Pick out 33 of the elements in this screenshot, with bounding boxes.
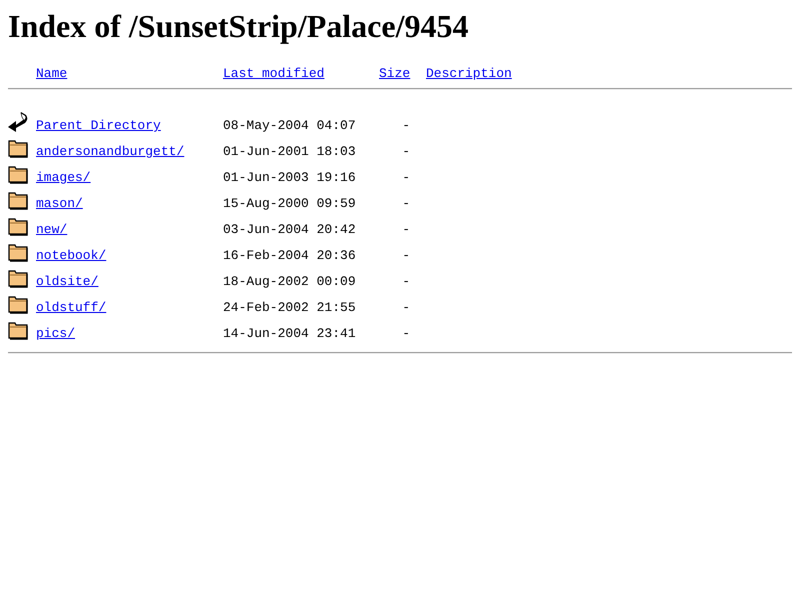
modified-date: 03-Jun-2004 20:42 <box>223 222 357 237</box>
modified-date: 14-Jun-2004 23:41 <box>223 326 357 341</box>
file-size: - <box>401 274 410 289</box>
modified-date: 16-Feb-2004 20:36 <box>223 248 357 263</box>
directory-link[interactable]: notebook/ <box>36 248 106 263</box>
directory-link[interactable]: oldsite/ <box>36 274 98 289</box>
size-column-link[interactable]: Size <box>379 66 410 81</box>
directory-link[interactable]: Parent Directory <box>36 118 161 133</box>
directory-link[interactable]: images/ <box>36 170 91 185</box>
page-title: Index of /SunsetStrip/Palace/9454 <box>8 8 470 45</box>
modified-date: 01-Jun-2001 18:03 <box>223 144 357 159</box>
file-size: - <box>401 118 410 133</box>
file-size: - <box>401 300 410 315</box>
back-arrow-icon <box>8 111 28 133</box>
modified-date: 24-Feb-2002 21:55 <box>223 300 357 315</box>
description-column-link[interactable]: Description <box>426 66 512 81</box>
file-size: - <box>401 248 410 263</box>
last-modified-column-link[interactable]: Last modified <box>223 66 324 81</box>
file-size: - <box>401 222 410 237</box>
directory-link[interactable]: new/ <box>36 222 68 237</box>
directory-link[interactable]: pics/ <box>36 326 76 341</box>
modified-date: 01-Jun-2003 19:16 <box>223 170 357 185</box>
modified-date: 15-Aug-2000 09:59 <box>223 196 357 211</box>
modified-date: 18-Aug-2002 00:09 <box>223 274 357 289</box>
directory-link[interactable]: oldstuff/ <box>36 300 106 315</box>
directory-link[interactable]: andersonandburgett/ <box>36 144 184 159</box>
modified-date: 08-May-2004 04:07 <box>223 118 357 133</box>
file-size: - <box>401 326 410 341</box>
name-column-link[interactable]: Name <box>36 66 68 81</box>
file-size: - <box>401 196 410 211</box>
file-size: - <box>401 144 410 159</box>
file-size: - <box>401 170 410 185</box>
directory-link[interactable]: mason/ <box>36 196 83 211</box>
